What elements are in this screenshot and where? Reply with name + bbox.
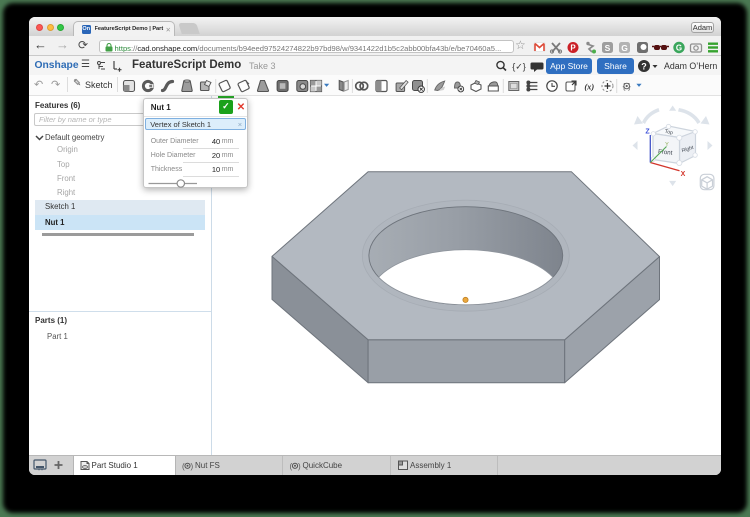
svg-text:?: ? xyxy=(641,61,647,71)
svg-text:(x): (x) xyxy=(584,81,594,91)
svg-text:G: G xyxy=(676,44,682,53)
svg-text:{✓}: {✓} xyxy=(512,61,526,71)
svg-text:P: P xyxy=(570,43,576,52)
svg-text:): ) xyxy=(191,462,194,471)
svg-text:): ) xyxy=(298,462,301,471)
svg-text:S: S xyxy=(605,43,611,53)
svg-text:Y: Y xyxy=(665,142,669,148)
svg-text:G: G xyxy=(621,43,628,53)
svg-text:X: X xyxy=(680,171,685,178)
svg-text:Z: Z xyxy=(645,128,650,135)
